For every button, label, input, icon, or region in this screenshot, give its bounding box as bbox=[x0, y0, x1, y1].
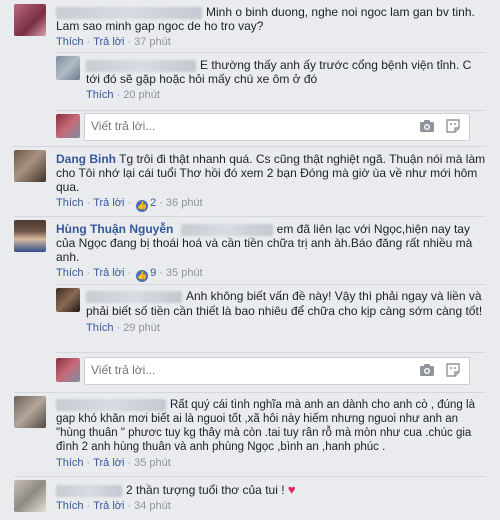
avatar bbox=[56, 358, 80, 382]
comment-time: 35 phút bbox=[134, 457, 171, 469]
comment-body: Hùng Thuận Nguyễn em đã liên lạc với Ngọ… bbox=[56, 222, 486, 282]
comment-text: 2 thần tượng tuổi thơ của tui ! bbox=[126, 483, 285, 497]
like-button[interactable]: Thích bbox=[56, 457, 84, 469]
comment-actions: Thích · Trả lời · 34 phút bbox=[56, 500, 171, 512]
comment-time: 36 phút bbox=[165, 197, 203, 209]
reply-button[interactable]: Trả lời bbox=[93, 457, 124, 469]
reply-divider bbox=[56, 284, 486, 285]
reply-body: Anh không biết vấn đề này! Vậy thì phải … bbox=[86, 289, 486, 335]
comment-text: Tg trôi đi thật nhanh quá. Cs cũng thật … bbox=[56, 152, 486, 194]
sticker-icon[interactable] bbox=[445, 118, 461, 134]
reply-button[interactable]: Trả lời bbox=[93, 267, 124, 279]
comment-actions: Thích · Trả lời · 37 phút bbox=[56, 36, 171, 48]
comment-divider bbox=[14, 476, 486, 477]
comment-divider bbox=[14, 216, 486, 217]
avatar[interactable] bbox=[14, 396, 46, 428]
comment-actions: Thích · Trả lời · 35 phút bbox=[56, 457, 171, 469]
thumbs-up-icon: 👍 bbox=[136, 200, 149, 212]
blurred-author-name bbox=[86, 59, 196, 72]
comment-body: Dang Binh Tg trôi đi thật nhanh quá. Cs … bbox=[56, 152, 486, 212]
comment-author[interactable]: Hùng Thuận Nguyễn bbox=[56, 222, 173, 236]
blurred-author-name bbox=[86, 290, 182, 303]
avatar[interactable] bbox=[14, 480, 46, 512]
blurred-author-name bbox=[56, 398, 166, 411]
thumbs-up-icon: 👍 bbox=[136, 270, 149, 282]
reply-input-box[interactable] bbox=[84, 113, 470, 141]
comment-body: Minh o binh duong, nghe noi ngoc lam gan… bbox=[56, 5, 486, 49]
reply-divider bbox=[56, 110, 486, 111]
reply-divider bbox=[56, 52, 486, 53]
comment-actions: Thích · Trả lời · 👍 2 · 36 phút bbox=[56, 197, 203, 212]
avatar[interactable] bbox=[56, 56, 80, 80]
comment-divider bbox=[14, 146, 486, 147]
comment-body: Rất quý cái tình nghĩa mà anh an dành ch… bbox=[56, 398, 488, 470]
camera-icon[interactable] bbox=[419, 363, 435, 377]
reply-button[interactable]: Trả lời bbox=[93, 197, 124, 209]
reply-button[interactable]: Trả lời bbox=[93, 36, 124, 48]
blurred-author-name bbox=[56, 6, 202, 19]
comment-time: 37 phút bbox=[134, 36, 171, 48]
heart-emoji: ♥ bbox=[287, 482, 296, 497]
reply-time: 20 phút bbox=[123, 89, 160, 101]
avatar[interactable] bbox=[14, 150, 46, 182]
avatar bbox=[56, 114, 80, 138]
reply-input[interactable] bbox=[91, 362, 391, 378]
like-button[interactable]: Thích bbox=[56, 197, 84, 209]
comment-author[interactable]: Dang Binh bbox=[56, 152, 116, 166]
blurred-tagged-name bbox=[180, 223, 273, 236]
comment-actions: Thích · Trả lời · 👍 9 · 35 phút bbox=[56, 267, 203, 282]
reply-input[interactable] bbox=[91, 118, 391, 134]
comment-divider bbox=[14, 392, 486, 393]
avatar[interactable] bbox=[14, 220, 46, 252]
like-button[interactable]: Thích bbox=[56, 500, 84, 512]
avatar[interactable] bbox=[14, 4, 46, 36]
reply-body: E thường thấy anh ấy trước cổng bệnh việ… bbox=[86, 58, 486, 102]
like-button[interactable]: Thích bbox=[86, 89, 114, 101]
reply-input-box[interactable] bbox=[84, 357, 470, 385]
reply-time: 29 phút bbox=[123, 322, 160, 334]
like-button[interactable]: Thích bbox=[86, 322, 114, 334]
comment-thread: Minh o binh duong, nghe noi ngoc lam gan… bbox=[0, 0, 500, 520]
sticker-icon[interactable] bbox=[445, 362, 461, 378]
reply-actions: Thích · 20 phút bbox=[86, 89, 160, 101]
blurred-author-name bbox=[56, 484, 122, 497]
comment-body: 2 thần tượng tuổi thơ của tui ! ♥ Thích ·… bbox=[56, 483, 486, 513]
reply-button[interactable]: Trả lời bbox=[93, 500, 124, 512]
comment-time: 35 phút bbox=[165, 267, 203, 279]
like-button[interactable]: Thích bbox=[56, 267, 84, 279]
avatar[interactable] bbox=[56, 288, 80, 312]
reply-actions: Thích · 29 phút bbox=[86, 322, 160, 334]
camera-icon[interactable] bbox=[419, 119, 435, 133]
comment-time: 34 phút bbox=[134, 500, 171, 512]
like-button[interactable]: Thích bbox=[56, 36, 84, 48]
reply-divider bbox=[56, 352, 486, 353]
